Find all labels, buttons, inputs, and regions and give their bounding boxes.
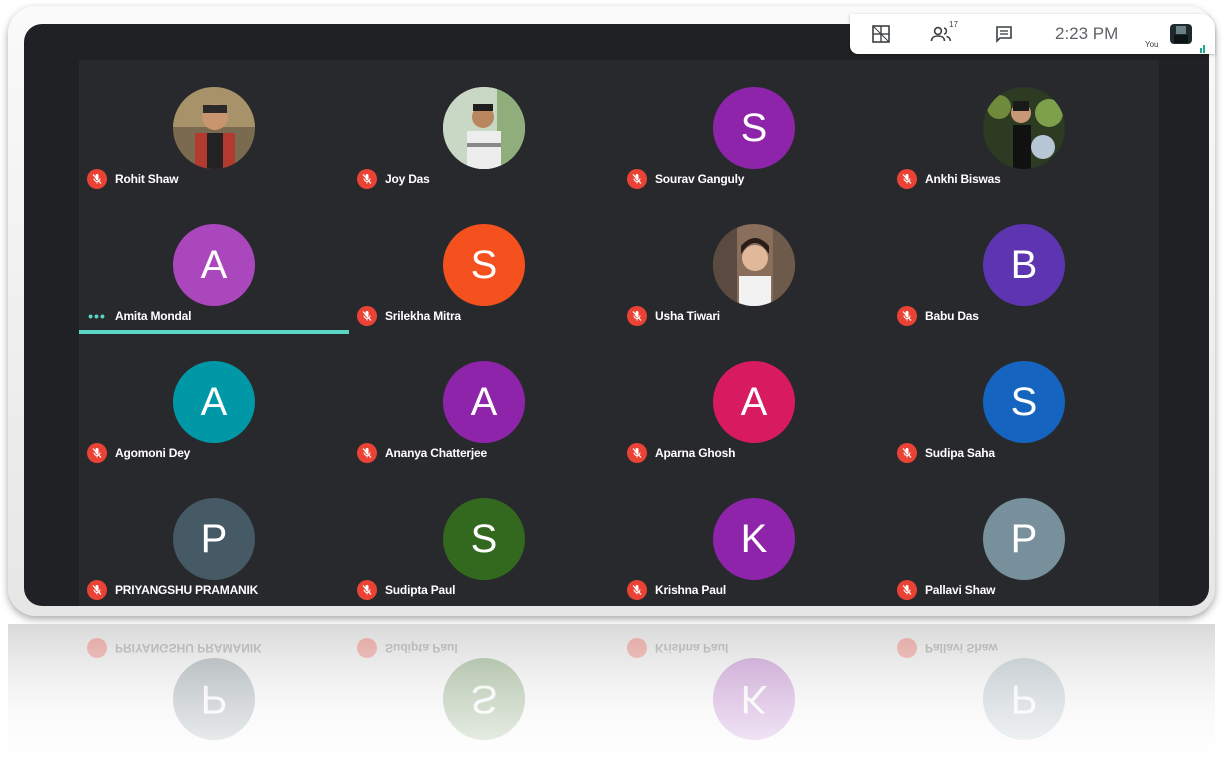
participant-avatar: S — [443, 224, 525, 306]
mic-off-icon — [897, 169, 917, 189]
participant-avatar: B — [983, 224, 1065, 306]
participant-name: PRIYANGSHU PRAMANIK — [115, 583, 259, 597]
participant-tile[interactable]: P PRIYANGSHU PRAMANIK — [79, 471, 349, 606]
participant-tile[interactable]: S Sudipta Paul — [349, 471, 619, 606]
participant-name-row: PRIYANGSHU PRAMANIK — [87, 580, 258, 600]
mic-off-icon — [627, 306, 647, 326]
mic-off-icon — [357, 169, 377, 189]
participant-name: Aparna Ghosh — [655, 446, 736, 460]
reflection-fade — [8, 624, 1215, 780]
tile-grid-icon[interactable] — [870, 24, 892, 44]
participant-name-row: Agomoni Dey — [87, 443, 190, 463]
meeting-screen: Rohit Shaw Joy Das S Sourav Ganguly Ankh… — [24, 24, 1209, 606]
participant-name: Pallavi Shaw — [925, 583, 996, 597]
mic-off-icon — [897, 306, 917, 326]
participant-name: Sudipta Paul — [385, 583, 456, 597]
participant-name: Srilekha Mitra — [385, 309, 461, 323]
mic-off-icon — [87, 443, 107, 463]
participant-name-row: Rohit Shaw — [87, 169, 179, 189]
participant-name: Rohit Shaw — [115, 172, 179, 186]
mic-off-icon — [897, 443, 917, 463]
participant-photo — [983, 87, 1065, 169]
mic-off-icon — [627, 169, 647, 189]
self-view-label: You — [1145, 40, 1159, 49]
participant-name: Joy Das — [385, 172, 430, 186]
participant-tile[interactable]: K Krishna Paul — [619, 471, 889, 606]
mic-off-icon — [897, 580, 917, 600]
participant-name-row: Sudipa Saha — [897, 443, 995, 463]
mic-off-icon — [357, 306, 377, 326]
participant-name: Ankhi Biswas — [925, 172, 1001, 186]
participant-avatar: S — [443, 498, 525, 580]
participant-name: Sudipa Saha — [925, 446, 995, 460]
participant-name-row: Sudipta Paul — [357, 580, 455, 600]
participant-name: Ananya Chatterjee — [385, 446, 487, 460]
participant-name-row: Babu Das — [897, 306, 979, 326]
participant-name: Krishna Paul — [655, 583, 726, 597]
participant-name-row: Ananya Chatterjee — [357, 443, 487, 463]
participant-name: Sourav Ganguly — [655, 172, 745, 186]
participant-name-row: Srilekha Mitra — [357, 306, 461, 326]
mic-off-icon — [627, 443, 647, 463]
participant-tile[interactable]: Rohit Shaw — [79, 60, 349, 197]
participant-name-row: Ankhi Biswas — [897, 169, 1001, 189]
mic-off-icon — [357, 443, 377, 463]
participant-tile[interactable]: P Pallavi Shaw — [889, 471, 1159, 606]
meeting-top-bar: 17 2:23 PM You — [850, 14, 1215, 54]
mic-off-icon — [87, 169, 107, 189]
participant-name-row: Pallavi Shaw — [897, 580, 996, 600]
participant-tile[interactable]: Ankhi Biswas — [889, 60, 1159, 197]
self-view-thumbnail[interactable] — [1167, 20, 1195, 48]
participant-name-row: Usha Tiwari — [627, 306, 720, 326]
participant-avatar: A — [713, 361, 795, 443]
mic-off-icon — [357, 580, 377, 600]
participant-name-row: Aparna Ghosh — [627, 443, 735, 463]
clock-time: 2:23 PM — [1055, 24, 1119, 43]
participant-grid: Rohit Shaw Joy Das S Sourav Ganguly Ankh… — [79, 60, 1159, 606]
screen-reflection: PRIYANGSHU PRAMANIK P Sudipta Paul S Kri… — [8, 624, 1215, 780]
participant-avatar: K — [713, 498, 795, 580]
participant-tile[interactable]: S Srilekha Mitra — [349, 197, 619, 334]
mic-off-icon — [627, 580, 647, 600]
participant-tile[interactable]: S Sudipa Saha — [889, 334, 1159, 471]
participant-name: Amita Mondal — [115, 309, 192, 323]
chat-icon[interactable] — [993, 24, 1015, 44]
participant-count-badge: 17 — [949, 20, 958, 29]
participant-name: Babu Das — [925, 309, 979, 323]
participant-photo — [713, 224, 795, 306]
participant-avatar: A — [443, 361, 525, 443]
participant-tile[interactable]: A Ananya Chatterjee — [349, 334, 619, 471]
participant-name: Usha Tiwari — [655, 309, 720, 323]
participant-photo — [173, 87, 255, 169]
mic-off-icon — [87, 580, 107, 600]
participant-avatar: S — [713, 87, 795, 169]
participant-tile[interactable]: B Babu Das — [889, 197, 1159, 334]
speaking-indicator-icon: ••• — [88, 308, 106, 324]
participant-photo — [443, 87, 525, 169]
participant-tile[interactable]: Joy Das — [349, 60, 619, 197]
participant-name-row: Krishna Paul — [627, 580, 726, 600]
participant-tile-speaking[interactable]: A ••• Amita Mondal — [79, 197, 349, 334]
participant-avatar: P — [173, 498, 255, 580]
participant-tile[interactable]: Usha Tiwari — [619, 197, 889, 334]
participant-name: Agomoni Dey — [115, 446, 191, 460]
participant-avatar: A — [173, 361, 255, 443]
participant-avatar: A — [173, 224, 255, 306]
participant-avatar: P — [983, 498, 1065, 580]
participant-tile[interactable]: S Sourav Ganguly — [619, 60, 889, 197]
participant-avatar: S — [983, 361, 1065, 443]
participant-tile[interactable]: A Agomoni Dey — [79, 334, 349, 471]
participant-name-row: Sourav Ganguly — [627, 169, 744, 189]
participant-name-row: ••• Amita Mondal — [87, 306, 191, 326]
participant-tile[interactable]: A Aparna Ghosh — [619, 334, 889, 471]
audio-level-icon — [1200, 40, 1206, 53]
participant-name-row: Joy Das — [357, 169, 430, 189]
